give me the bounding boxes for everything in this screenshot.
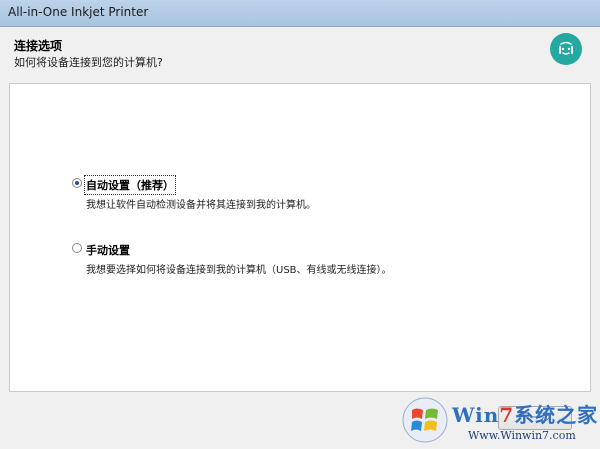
radio-manual-setup[interactable]: [72, 243, 82, 253]
wizard-header: 连接选项 如何将设备连接到您的计算机?: [0, 27, 600, 71]
option-manual-setup-label[interactable]: 手动设置: [86, 242, 130, 258]
options-panel: 自动设置（推荐） 我想让软件自动检测设备并将其连接到我的计算机。 手动设置 我想…: [9, 83, 591, 392]
title-bar[interactable]: All-in-One Inkjet Printer: [0, 0, 600, 27]
watermark-brand-a: Win: [452, 403, 500, 427]
mi-logo-icon: [550, 33, 582, 65]
watermark-brand: Win7系统之家: [452, 399, 598, 428]
watermark-brand-b: 7: [499, 403, 515, 427]
radio-auto-setup[interactable]: [72, 178, 82, 188]
watermark-url: Www.Winwin7.com: [468, 429, 576, 442]
window-title: All-in-One Inkjet Printer: [8, 5, 149, 19]
page-title: 连接选项: [14, 39, 63, 53]
option-manual-setup-description: 我想要选择如何将设备连接到我的计算机（USB、有线或无线连接）。: [86, 265, 392, 276]
windows-logo-icon: [402, 397, 448, 443]
watermark-brand-c: 系统之家: [514, 403, 599, 427]
option-auto-setup-label[interactable]: 自动设置（推荐）: [84, 175, 176, 195]
option-auto-setup-description: 我想让软件自动检测设备并将其连接到我的计算机。: [86, 200, 316, 211]
page-subtitle: 如何将设备连接到您的计算机?: [14, 56, 163, 69]
watermark: Win7系统之家 Www.Winwin7.com: [402, 395, 598, 447]
